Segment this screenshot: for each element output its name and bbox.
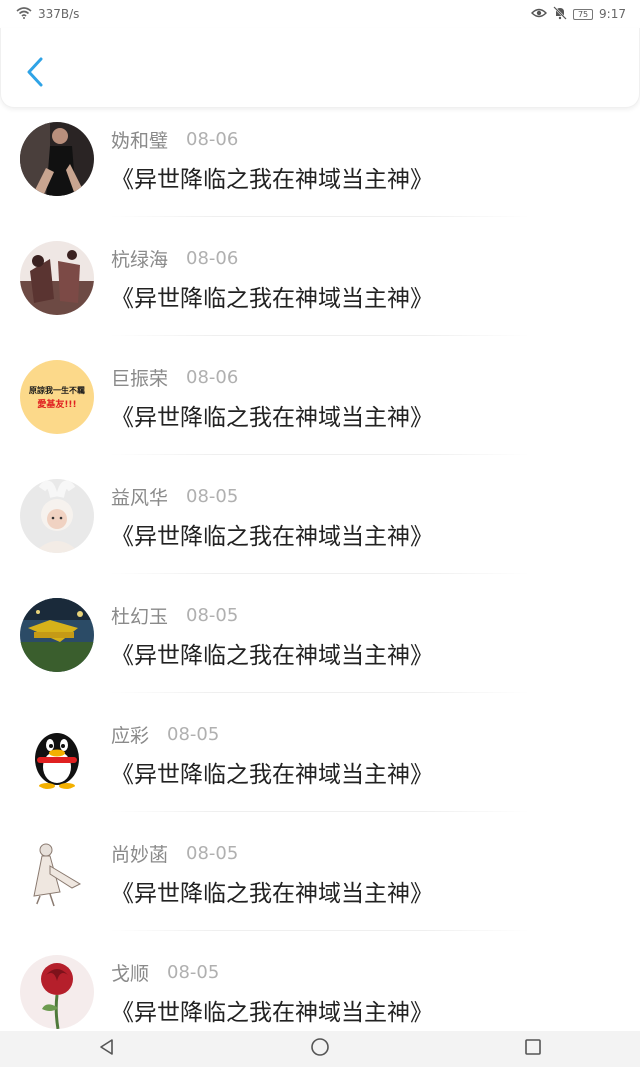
item-meta: 杜幻玉 08-05 — [111, 602, 238, 628]
item-meta: 杭绿海 08-06 — [111, 245, 238, 271]
post-date: 08-05 — [186, 842, 239, 864]
list-item[interactable]: 杜幻玉 08-05 《异世降临之我在神域当主神》 — [0, 588, 640, 707]
list-item[interactable]: 尚妙菡 08-05 《异世降临之我在神域当主神》 — [0, 826, 640, 945]
post-date: 08-05 — [186, 485, 239, 507]
avatar: 原諒我一生不羈 愛基友!!! — [20, 360, 94, 434]
status-right: 75 9:17 — [531, 5, 626, 23]
divider — [110, 930, 530, 931]
triangle-back-icon — [98, 1038, 116, 1060]
user-name: 尚妙菡 — [111, 843, 169, 866]
back-button[interactable] — [21, 54, 49, 94]
list-item[interactable]: 益风华 08-05 《异世降临之我在神域当主神》 — [0, 469, 640, 588]
list-item[interactable]: 妫和璧 08-06 《异世降临之我在神域当主神》 — [0, 112, 640, 231]
divider — [110, 811, 530, 812]
item-meta: 尚妙菡 08-05 — [111, 840, 238, 866]
nav-back-button[interactable] — [87, 1034, 127, 1064]
book-title: 《异世降临之我在神域当主神》 — [111, 643, 433, 669]
avatar — [20, 836, 94, 910]
avatar-caption-1: 原諒我一生不羈 — [29, 385, 85, 395]
book-title: 《异世降临之我在神域当主神》 — [111, 286, 433, 312]
user-name: 妫和璧 — [111, 129, 169, 152]
nav-home-button[interactable] — [300, 1034, 340, 1064]
comment-list: 妫和璧 08-06 《异世降临之我在神域当主神》 杭绿海 08-06 《异世降临… — [0, 112, 640, 1064]
battery-indicator: 75 — [573, 8, 594, 20]
post-date: 08-06 — [186, 366, 239, 388]
list-item[interactable]: 原諒我一生不羈 愛基友!!! 巨振荣 08-06 《异世降临之我在神域当主神》 — [0, 350, 640, 469]
list-item[interactable]: 应彩 08-05 《异世降临之我在神域当主神》 — [0, 707, 640, 826]
book-title: 《异世降临之我在神域当主神》 — [111, 524, 433, 550]
item-meta: 戈顺 08-05 — [111, 959, 219, 985]
nav-recents-button[interactable] — [513, 1034, 553, 1064]
user-name: 应彩 — [111, 724, 150, 747]
user-name: 巨振荣 — [111, 367, 169, 390]
book-title: 《异世降临之我在神域当主神》 — [111, 167, 433, 193]
divider — [110, 692, 530, 693]
user-name: 戈顺 — [111, 962, 150, 985]
avatar — [20, 717, 94, 791]
book-title: 《异世降临之我在神域当主神》 — [111, 405, 433, 431]
item-meta: 巨振荣 08-06 — [111, 364, 238, 390]
user-name: 杜幻玉 — [111, 605, 169, 628]
network-speed: 337B/s — [38, 7, 80, 21]
eye-icon — [531, 7, 548, 22]
mute-bell-icon — [553, 5, 567, 23]
status-left: 337B/s — [16, 6, 80, 22]
divider — [110, 573, 530, 574]
post-date: 08-05 — [167, 961, 220, 983]
post-date: 08-06 — [186, 247, 239, 269]
book-title: 《异世降临之我在神域当主神》 — [111, 881, 433, 907]
wifi-icon — [16, 6, 32, 22]
item-meta: 应彩 08-05 — [111, 721, 219, 747]
user-name: 杭绿海 — [111, 248, 169, 271]
avatar — [20, 122, 94, 196]
avatar — [20, 241, 94, 315]
post-date: 08-05 — [167, 723, 220, 745]
post-date: 08-06 — [186, 128, 239, 150]
avatar-caption-2: 愛基友!!! — [37, 398, 76, 410]
divider — [110, 335, 530, 336]
circle-home-icon — [310, 1037, 330, 1061]
clock: 9:17 — [599, 7, 626, 21]
status-bar: 337B/s 75 9:17 — [0, 0, 640, 28]
divider — [110, 454, 530, 455]
item-meta: 益风华 08-05 — [111, 483, 238, 509]
item-meta: 妫和璧 08-06 — [111, 126, 238, 152]
avatar — [20, 955, 94, 1029]
top-app-bar — [0, 28, 640, 108]
list-item[interactable]: 杭绿海 08-06 《异世降临之我在神域当主神》 — [0, 231, 640, 350]
chevron-left-icon — [25, 56, 45, 92]
avatar — [20, 479, 94, 553]
user-name: 益风华 — [111, 486, 169, 509]
divider — [110, 216, 530, 217]
post-date: 08-05 — [186, 604, 239, 626]
book-title: 《异世降临之我在神域当主神》 — [111, 762, 433, 788]
system-nav-bar — [0, 1031, 640, 1067]
book-title: 《异世降临之我在神域当主神》 — [111, 1000, 433, 1026]
square-recents-icon — [524, 1038, 542, 1060]
avatar — [20, 598, 94, 672]
